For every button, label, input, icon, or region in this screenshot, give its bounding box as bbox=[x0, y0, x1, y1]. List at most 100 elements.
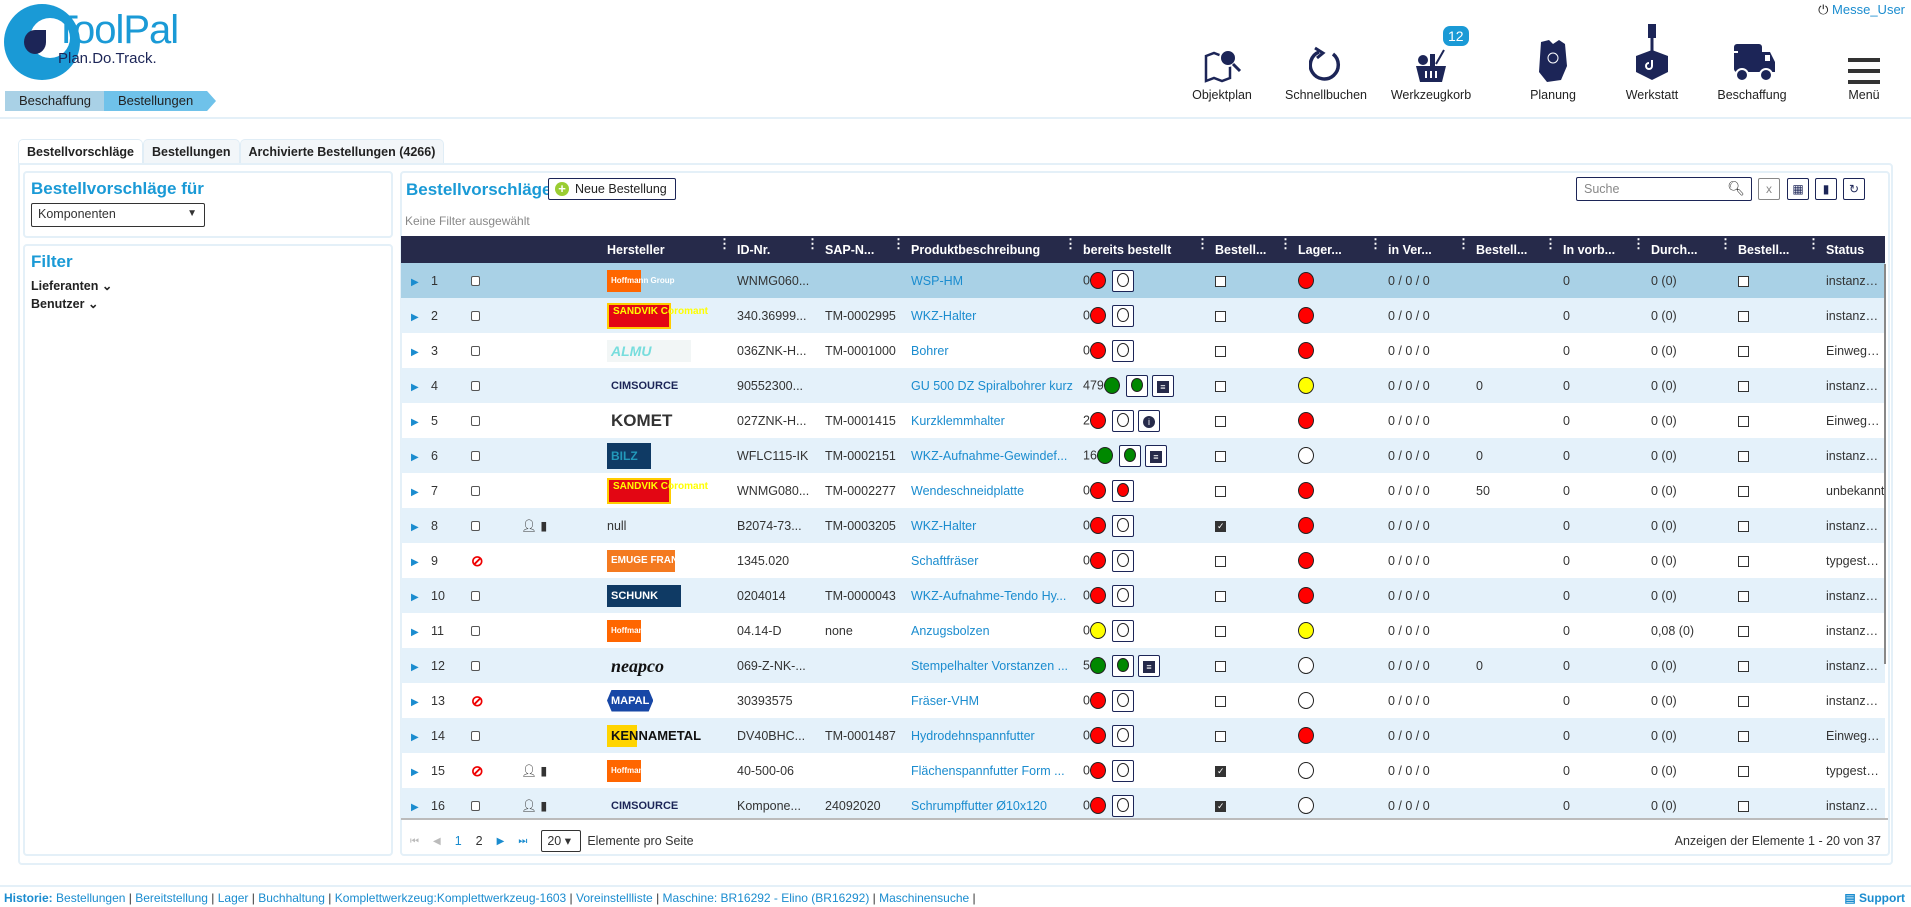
order-checkbox[interactable] bbox=[1215, 625, 1226, 637]
table-row[interactable]: ▶ 12 neapco 069-Z-NK-... Stempelhalter Vorst… bbox=[401, 648, 1885, 683]
order-status-button[interactable] bbox=[1111, 269, 1134, 292]
expand-arrow-icon[interactable]: ▶ bbox=[411, 627, 419, 638]
row-checkbox[interactable] bbox=[471, 591, 480, 602]
expand-arrow-icon[interactable]: ▶ bbox=[411, 732, 419, 743]
nav-schnellbuchen[interactable]: Schnellbuchen bbox=[1276, 40, 1376, 102]
order-checkbox-cell[interactable] bbox=[1205, 298, 1288, 333]
table-row[interactable]: ▶ 9 ⊘ EMUGE FRANKEN 1345.020 Schaftfräser 0 0 /… bbox=[401, 543, 1885, 578]
expand-arrow-icon[interactable]: ▶ bbox=[411, 452, 419, 463]
row-checkbox[interactable] bbox=[471, 731, 480, 742]
product-link[interactable]: WKZ-Aufnahme-Tendo Hy... bbox=[901, 578, 1073, 613]
nav-werkzeugkorb[interactable]: 12 Werkzeugkorb bbox=[1381, 26, 1481, 102]
expand-arrow-icon[interactable]: ▶ bbox=[411, 382, 419, 393]
page-2[interactable]: 2 bbox=[476, 834, 483, 848]
order-flag-cell[interactable] bbox=[1728, 753, 1816, 788]
expand-arrow-icon[interactable]: ▶ bbox=[411, 417, 419, 428]
order-checkbox[interactable] bbox=[1215, 485, 1226, 497]
new-order-button[interactable]: + Neue Bestellung bbox=[548, 178, 676, 200]
history-link[interactable]: Komplettwerkzeug:Komplettwerkzeug-1603 bbox=[335, 891, 566, 905]
expand-cell[interactable]: ▶ bbox=[401, 613, 421, 648]
order-checkbox[interactable] bbox=[1215, 555, 1226, 567]
product-link[interactable]: Wendeschneidplatte bbox=[901, 473, 1073, 508]
first-page-icon[interactable]: ⏮ bbox=[410, 836, 419, 847]
next-page-icon[interactable]: ▶ bbox=[497, 836, 505, 847]
order-flag-checkbox[interactable] bbox=[1738, 590, 1749, 602]
row-checkbox[interactable] bbox=[471, 521, 480, 532]
column-header-7[interactable]: Produktbeschreibung⋮ bbox=[901, 236, 1073, 263]
order-type-select[interactable]: Komponenten ▼ bbox=[31, 203, 205, 227]
expand-arrow-icon[interactable]: ▶ bbox=[411, 767, 419, 778]
column-menu-icon[interactable]: ⋮ bbox=[1457, 237, 1466, 250]
column-menu-icon[interactable]: ⋮ bbox=[1719, 237, 1728, 250]
order-checkbox[interactable] bbox=[1215, 695, 1226, 707]
order-checkbox[interactable] bbox=[1215, 310, 1226, 322]
history-link[interactable]: Buchhaltung bbox=[258, 891, 325, 905]
table-row[interactable]: ▶ 7 SANDVIK Coromant WNMG080... TM-0002277 We… bbox=[401, 473, 1885, 508]
prev-page-icon[interactable]: ◀ bbox=[433, 836, 441, 847]
row-checkbox[interactable] bbox=[471, 416, 480, 427]
order-status-button[interactable] bbox=[1111, 759, 1134, 782]
order-status-button[interactable] bbox=[1111, 409, 1134, 432]
column-menu-icon[interactable]: ⋮ bbox=[1807, 237, 1816, 250]
table-row[interactable]: ▶ 13 ⊘ MAPAL 30393575 Fräser-VHM 0 0 / 0 / 0 0 0 … bbox=[401, 683, 1885, 718]
order-flag-checkbox[interactable] bbox=[1738, 625, 1749, 637]
order-checkbox-cell[interactable] bbox=[1205, 438, 1288, 473]
filter-lieferanten[interactable]: Lieferanten ⌄ bbox=[31, 278, 385, 293]
order-flag-cell[interactable] bbox=[1728, 648, 1816, 683]
product-link[interactable]: Schrumpffutter Ø10x120 bbox=[901, 788, 1073, 818]
order-checkbox-cell[interactable] bbox=[1205, 543, 1288, 578]
tab-bestellungen[interactable]: Bestellungen bbox=[143, 139, 240, 164]
product-link[interactable]: Schaftfräser bbox=[901, 543, 1073, 578]
select-cell[interactable] bbox=[461, 508, 511, 543]
order-status-button[interactable] bbox=[1111, 304, 1134, 327]
order-flag-cell[interactable] bbox=[1728, 403, 1816, 438]
expand-cell[interactable]: ▶ bbox=[401, 438, 421, 473]
column-menu-icon[interactable]: ⋮ bbox=[1544, 237, 1553, 250]
toolpal-logo[interactable]: ToolPal Plan.Do.Track. bbox=[4, 4, 204, 84]
order-flag-checkbox[interactable] bbox=[1738, 380, 1749, 392]
calculator-button[interactable]: ▦ bbox=[1787, 178, 1809, 200]
product-link[interactable]: Kurzklemmhalter bbox=[901, 403, 1073, 438]
row-checkbox[interactable] bbox=[471, 486, 480, 497]
order-flag-cell[interactable] bbox=[1728, 368, 1816, 403]
order-flag-cell[interactable] bbox=[1728, 613, 1816, 648]
filter-benutzer[interactable]: Benutzer ⌄ bbox=[31, 296, 385, 311]
select-cell[interactable] bbox=[461, 298, 511, 333]
order-checkbox[interactable] bbox=[1215, 800, 1226, 812]
order-flag-checkbox[interactable] bbox=[1738, 730, 1749, 742]
select-cell[interactable] bbox=[461, 333, 511, 368]
order-flag-cell[interactable] bbox=[1728, 438, 1816, 473]
order-status-button[interactable] bbox=[1111, 584, 1134, 607]
table-row[interactable]: ▶ 2 SANDVIK Coromant 340.36999... TM-0002995… bbox=[401, 298, 1885, 333]
expand-cell[interactable]: ▶ bbox=[401, 263, 421, 298]
nav-planung[interactable]: Planung bbox=[1503, 40, 1603, 102]
tab-archivierte-bestellungen[interactable]: Archivierte Bestellungen (4266) bbox=[239, 139, 445, 164]
trash-icon[interactable]: ▮ bbox=[537, 799, 547, 813]
column-menu-icon[interactable]: ⋮ bbox=[1196, 237, 1205, 250]
nav-menu[interactable]: Menü bbox=[1814, 40, 1911, 102]
column-menu-icon[interactable]: ⋮ bbox=[892, 237, 901, 250]
history-link[interactable]: Bestellungen bbox=[56, 891, 125, 905]
order-checkbox-cell[interactable] bbox=[1205, 753, 1288, 788]
document-button[interactable]: ≡ bbox=[1144, 444, 1167, 467]
order-flag-checkbox[interactable] bbox=[1738, 660, 1749, 672]
row-checkbox[interactable] bbox=[471, 801, 480, 812]
expand-cell[interactable]: ▶ bbox=[401, 298, 421, 333]
expand-cell[interactable]: ▶ bbox=[401, 753, 421, 788]
search-input[interactable]: Suche 🔍︎ bbox=[1576, 177, 1752, 201]
row-checkbox[interactable] bbox=[471, 311, 480, 322]
order-status-button[interactable] bbox=[1111, 549, 1134, 572]
refresh-button[interactable]: ↻ bbox=[1843, 178, 1865, 200]
table-row[interactable]: ▶ 11 Hoffmann Group 04.14-D none Anzugsbolzen… bbox=[401, 613, 1885, 648]
order-checkbox[interactable] bbox=[1215, 765, 1226, 777]
last-page-icon[interactable]: ⏭ bbox=[518, 836, 527, 847]
select-cell[interactable] bbox=[461, 578, 511, 613]
table-row[interactable]: ▶ 15 ⊘ 👤︎ ▮ Hoffmann Group 40-500-06 Flächensp… bbox=[401, 753, 1885, 788]
order-flag-checkbox[interactable] bbox=[1738, 800, 1749, 812]
expand-arrow-icon[interactable]: ▶ bbox=[411, 312, 419, 323]
order-flag-cell[interactable] bbox=[1728, 578, 1816, 613]
user-icon[interactable]: 👤︎ bbox=[521, 799, 537, 813]
expand-arrow-icon[interactable]: ▶ bbox=[411, 487, 419, 498]
select-cell[interactable] bbox=[461, 403, 511, 438]
order-checkbox-cell[interactable] bbox=[1205, 718, 1288, 753]
